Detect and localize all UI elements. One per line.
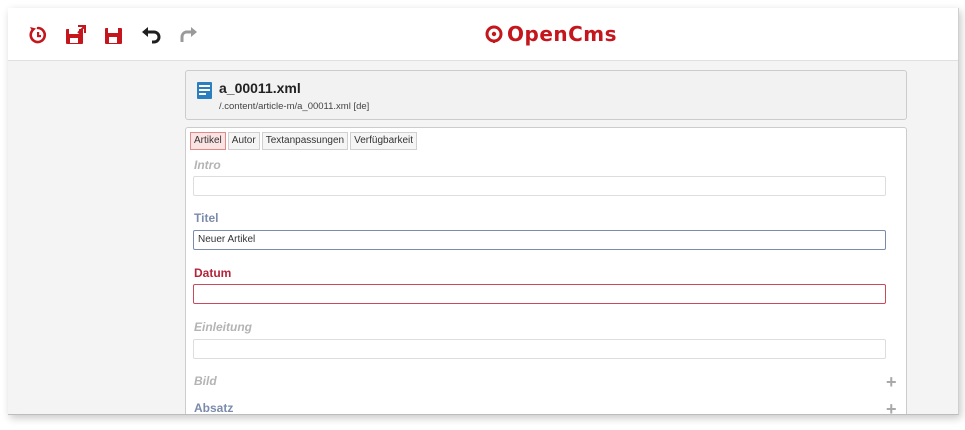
intro-field[interactable] xyxy=(193,176,886,196)
save-exit-icon[interactable] xyxy=(65,25,86,45)
file-path: /.content/article-m/a_00011.xml [de] xyxy=(219,101,370,112)
absatz-label: Absatz xyxy=(194,401,234,415)
reset-icon[interactable] xyxy=(28,25,48,45)
add-bild-plus-icon[interactable]: + xyxy=(886,373,897,391)
redo-icon[interactable] xyxy=(178,25,198,45)
einleitung-label: Einleitung xyxy=(194,320,252,334)
tab-autor[interactable]: Autor xyxy=(227,132,260,150)
editor-window: OpenCms a_00011.xml /.content/article-m/… xyxy=(8,8,959,415)
intro-label: Intro xyxy=(194,158,221,172)
tab-verfuegbarkeit[interactable]: Verfügbarkeit xyxy=(350,132,418,150)
toolbar: OpenCms xyxy=(8,8,958,61)
xml-file-icon xyxy=(197,82,212,99)
file-name: a_00011.xml xyxy=(219,80,301,96)
logo-mark-icon xyxy=(485,25,503,43)
tab-bar: Artikel Autor Textanpassungen Verfügbark… xyxy=(190,132,418,150)
datum-field[interactable] xyxy=(193,284,886,304)
save-icon[interactable] xyxy=(104,25,124,45)
add-absatz-plus-icon[interactable]: + xyxy=(886,400,897,414)
tab-textanpassungen[interactable]: Textanpassungen xyxy=(261,132,349,150)
logo-text: OpenCms xyxy=(507,22,618,46)
undo-icon[interactable] xyxy=(141,25,161,45)
titel-field[interactable] xyxy=(193,230,886,250)
datum-label: Datum xyxy=(194,266,232,280)
opencms-logo: OpenCms xyxy=(484,21,617,47)
tab-artikel[interactable]: Artikel xyxy=(190,132,226,150)
file-header: a_00011.xml /.content/article-m/a_00011.… xyxy=(185,70,907,120)
titel-label: Titel xyxy=(194,211,219,225)
bild-label: Bild xyxy=(194,374,217,388)
einleitung-field[interactable] xyxy=(193,339,886,359)
content-editor: Artikel Autor Textanpassungen Verfügbark… xyxy=(185,127,907,415)
